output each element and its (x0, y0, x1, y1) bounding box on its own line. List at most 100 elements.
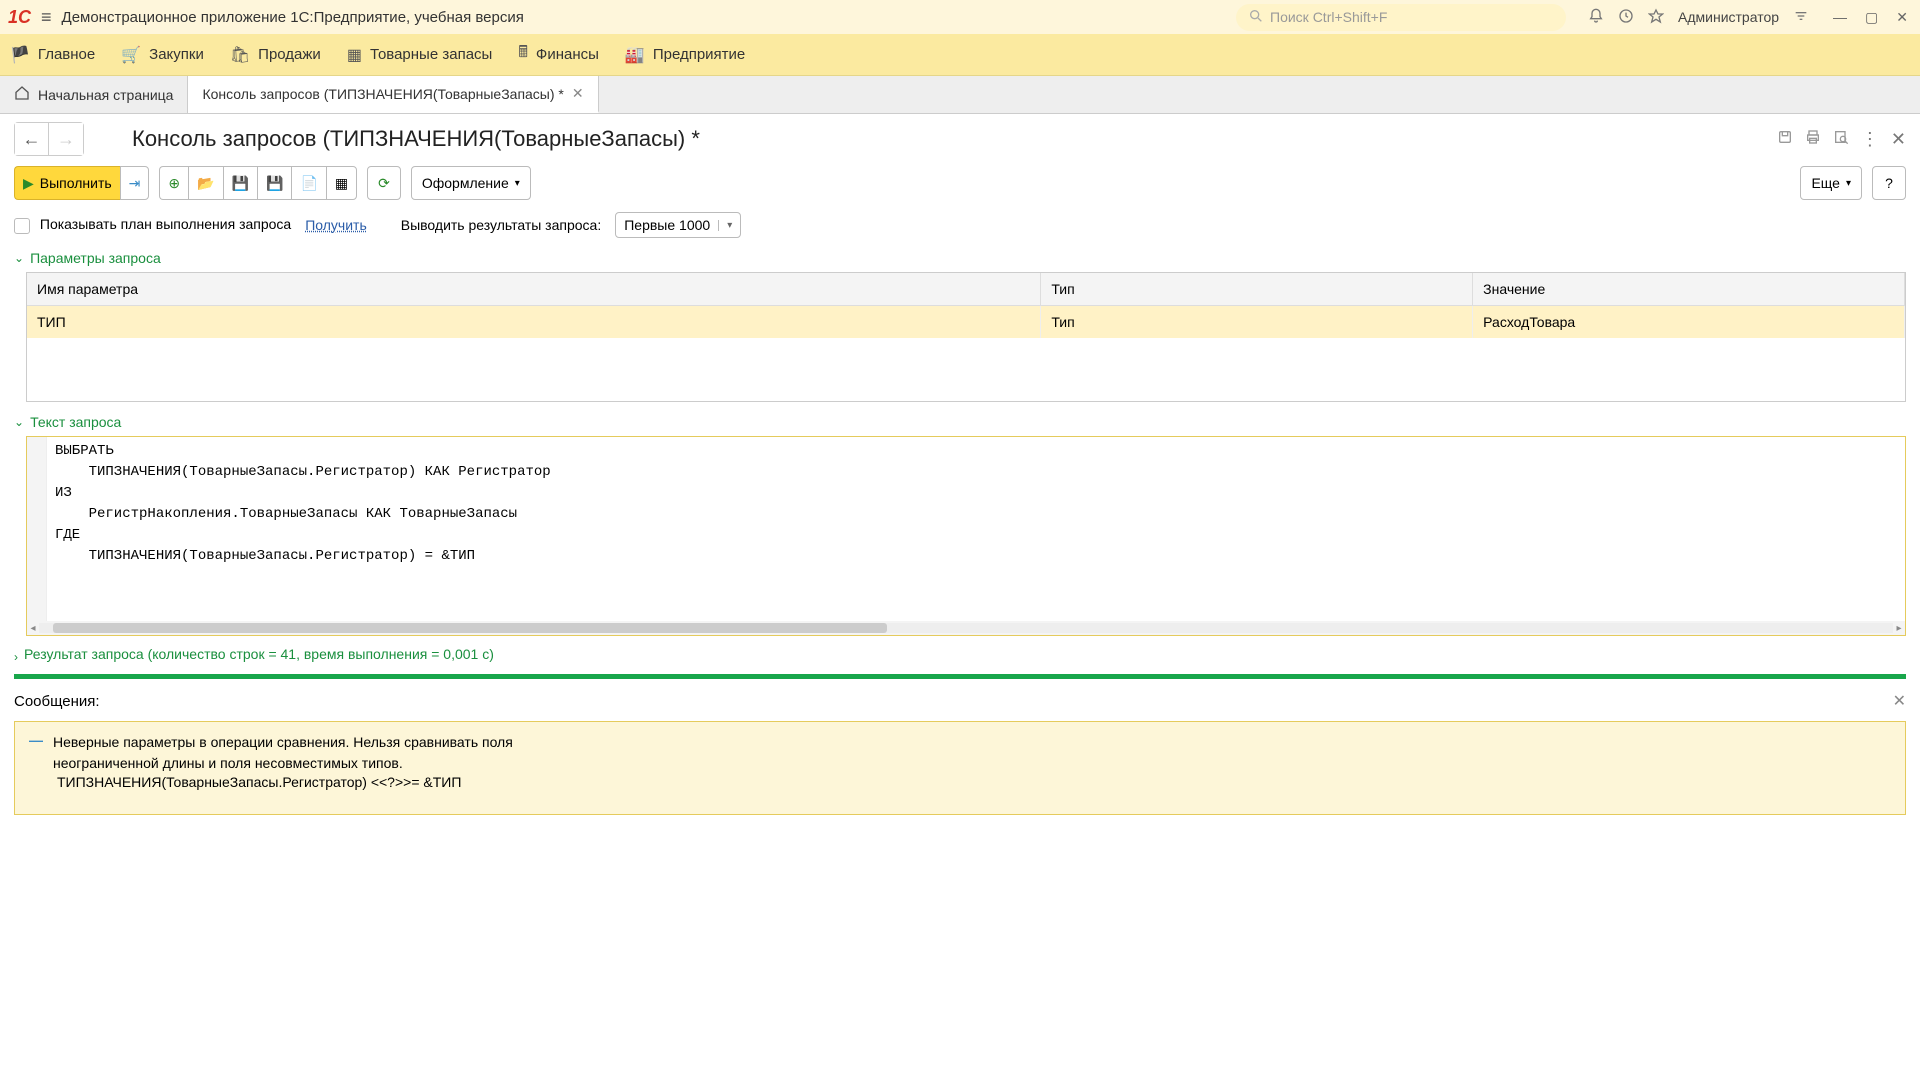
star-icon[interactable] (1648, 8, 1664, 27)
step-icon: ⇥ (129, 175, 141, 192)
section-result-header[interactable]: › Результат запроса (количество строк = … (14, 646, 514, 664)
tabs-row: Начальная страница Консоль запросов (ТИП… (0, 76, 1920, 114)
disk-edit-icon: 💾 (266, 175, 283, 192)
nav-finance[interactable]: 🖩 Финансы (518, 41, 599, 68)
section-params-header[interactable]: ⌄ Параметры запроса (14, 250, 1906, 266)
tab-close-icon[interactable]: ✕ (572, 85, 584, 102)
nav-label: Финансы (536, 46, 599, 63)
col-value[interactable]: Значение (1473, 273, 1905, 306)
page-title: Консоль запросов (ТИПЗНАЧЕНИЯ(ТоварныеЗа… (132, 126, 700, 152)
horizontal-scrollbar[interactable]: ◂ ▸ (27, 621, 1905, 635)
window-controls: — ▢ ✕ (1829, 7, 1912, 28)
save-page-icon[interactable] (1777, 129, 1793, 150)
nav-company[interactable]: 🏭 Предприятие (625, 45, 745, 65)
nav-back-button[interactable]: ← (15, 123, 49, 155)
col-name[interactable]: Имя параметра (27, 273, 1041, 306)
settings-lines-icon[interactable] (1793, 8, 1809, 27)
calc-icon: 🖩 (518, 41, 528, 68)
logo-1c: 1C (8, 7, 31, 28)
header-right-icons: ⋮ ✕ (1777, 129, 1906, 150)
nav-sales[interactable]: 🛍 Продажи (230, 45, 321, 65)
section-query-header[interactable]: ⌄ Текст запроса (14, 414, 1906, 430)
results-label: Выводить результаты запроса: (401, 217, 601, 233)
cell-name: ТИП (27, 306, 1041, 339)
tab-label: Консоль запросов (ТИПЗНАЧЕНИЯ(ТоварныеЗа… (202, 86, 563, 102)
help-button[interactable]: ? (1872, 166, 1906, 200)
boxes-icon: ▦ (347, 45, 362, 65)
plus-icon: ⊕ (168, 175, 180, 192)
chevron-down-icon: ▾ (515, 178, 520, 189)
user-name[interactable]: Администратор (1678, 9, 1779, 25)
print-icon[interactable] (1805, 129, 1821, 150)
history-icon[interactable] (1618, 8, 1634, 27)
nav-inventory[interactable]: ▦ Товарные запасы (347, 45, 492, 65)
cart-icon: 🛒 (121, 45, 141, 65)
scroll-track[interactable] (39, 623, 1893, 633)
section-query-label: Текст запроса (30, 414, 121, 430)
search-input[interactable]: Поиск Ctrl+Shift+F (1236, 4, 1566, 31)
messages-title: Сообщения: (14, 693, 100, 710)
preview-icon[interactable] (1833, 129, 1849, 150)
execute-button[interactable]: ▶ Выполнить (14, 166, 120, 200)
refresh-button[interactable]: ⟳ (367, 166, 401, 200)
close-page-icon[interactable]: ✕ (1891, 129, 1906, 150)
close-window-icon[interactable]: ✕ (1892, 7, 1912, 28)
format-label: Оформление (422, 175, 509, 191)
export-icon: 📄 (300, 175, 317, 192)
nav-forward-button[interactable]: → (49, 123, 83, 155)
open-button[interactable]: 📂 (188, 166, 222, 200)
tab-label: Начальная страница (38, 87, 173, 103)
saveas-button[interactable]: 💾 (257, 166, 291, 200)
get-link[interactable]: Получить (305, 217, 367, 233)
hamburger-icon[interactable]: ≡ (41, 7, 52, 28)
nav-label: Товарные запасы (370, 46, 492, 63)
grid-icon: ▦ (335, 175, 348, 192)
nav-label: Главное (38, 46, 95, 63)
toolbar: ▶ Выполнить ⇥ ⊕ 📂 💾 💾 📄 ▦ ⟳ Оформление ▾… (14, 166, 1906, 200)
messages-close-icon[interactable]: ✕ (1893, 691, 1906, 711)
kebab-icon[interactable]: ⋮ (1861, 129, 1879, 150)
message-text: Неверные параметры в операции сравнения.… (53, 732, 513, 774)
query-code[interactable]: ВЫБРАТЬ ТИПЗНАЧЕНИЯ(ТоварныеЗапасы.Регис… (47, 437, 1905, 621)
step-button[interactable]: ⇥ (120, 166, 150, 200)
more-label: Еще (1811, 175, 1840, 191)
more-button[interactable]: Еще ▾ (1800, 166, 1862, 200)
cell-value: РасходТовара (1473, 306, 1905, 339)
options-row: Показывать план выполнения запроса Получ… (14, 212, 1906, 238)
nav-main[interactable]: 🏴 Главное (10, 45, 95, 65)
cell-type: Тип (1041, 306, 1473, 339)
chevron-down-icon: ⌄ (14, 251, 24, 265)
table-row[interactable]: ТИП Тип РасходТовара (27, 306, 1905, 339)
scroll-left-icon[interactable]: ◂ (27, 623, 39, 634)
grid-button[interactable]: ▦ (326, 166, 357, 200)
format-button[interactable]: Оформление ▾ (411, 166, 531, 200)
search-placeholder: Поиск Ctrl+Shift+F (1270, 9, 1387, 25)
export-button[interactable]: 📄 (291, 166, 325, 200)
scroll-right-icon[interactable]: ▸ (1893, 623, 1905, 634)
refresh-icon: ⟳ (378, 175, 390, 192)
search-icon (1248, 8, 1264, 27)
tab-home[interactable]: Начальная страница (0, 76, 188, 113)
message-line: ТИПЗНАЧЕНИЯ(ТоварныеЗапасы.Регистратор) … (57, 774, 1891, 790)
nav-purchases[interactable]: 🛒 Закупки (121, 45, 204, 65)
section-params-label: Параметры запроса (30, 250, 161, 266)
query-text-area[interactable]: ВЫБРАТЬ ТИПЗНАЧЕНИЯ(ТоварныеЗапасы.Регис… (26, 436, 1906, 636)
bell-icon[interactable] (1588, 8, 1604, 27)
minimize-icon[interactable]: — (1829, 7, 1851, 28)
tab-query-console[interactable]: Консоль запросов (ТИПЗНАЧЕНИЯ(ТоварныеЗа… (188, 76, 598, 113)
home-icon (14, 85, 30, 104)
show-plan-checkbox[interactable]: Показывать план выполнения запроса (14, 216, 291, 233)
col-type[interactable]: Тип (1041, 273, 1473, 306)
results-select[interactable]: Первые 1000 ▾ (615, 212, 741, 238)
title-icons: Администратор (1588, 8, 1809, 27)
divider (14, 674, 1906, 679)
nav-label: Продажи (258, 46, 321, 63)
chevron-right-icon: › (14, 650, 18, 664)
page-header: ← → Консоль запросов (ТИПЗНАЧЕНИЯ(Товарн… (14, 122, 1906, 156)
main-nav: 🏴 Главное 🛒 Закупки 🛍 Продажи ▦ Товарные… (0, 34, 1920, 76)
maximize-icon[interactable]: ▢ (1861, 7, 1882, 28)
save-button[interactable]: 💾 (223, 166, 257, 200)
scroll-thumb[interactable] (53, 623, 887, 633)
show-plan-label: Показывать план выполнения запроса (40, 216, 291, 232)
add-button[interactable]: ⊕ (159, 166, 188, 200)
